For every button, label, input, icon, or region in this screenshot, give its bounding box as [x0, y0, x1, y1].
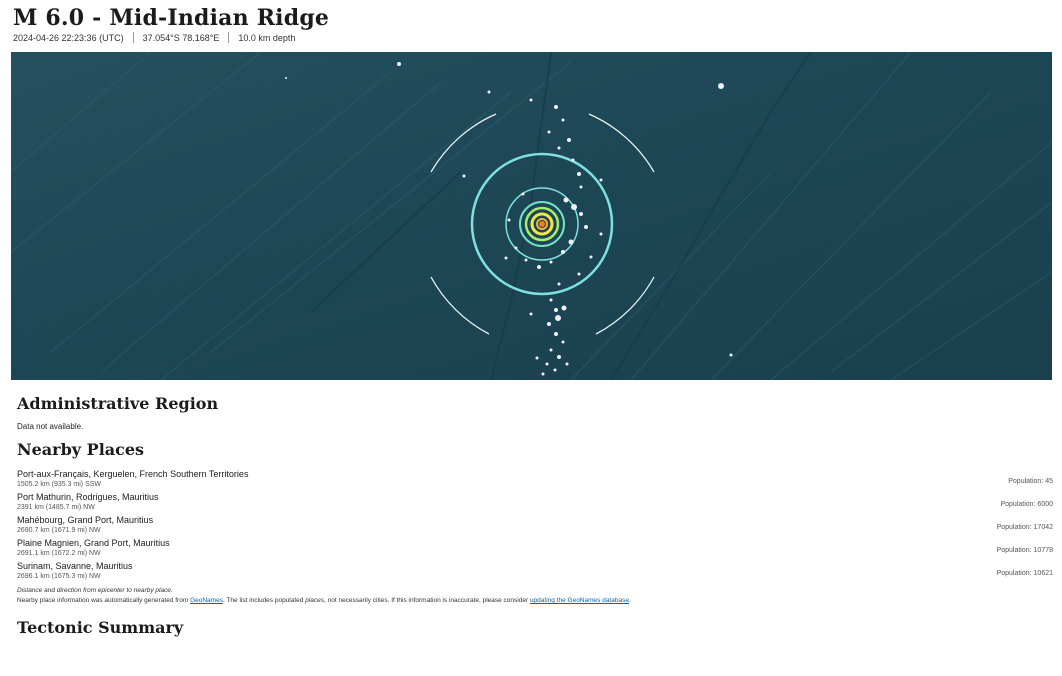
list-item: Port-aux-Français, Kerguelen, French Sou…	[17, 469, 1053, 492]
place-distance: 2691.1 km (1672.2 mi) NW	[17, 550, 101, 557]
place-population: Population: 10778	[996, 547, 1053, 554]
geonames-note: Nearby place information was automatical…	[17, 596, 1053, 606]
admin-region-text: Data not available.	[17, 422, 84, 431]
epicenter-marker[interactable]	[539, 221, 545, 227]
note-text: Nearby place information was automatical…	[17, 597, 191, 604]
geonames-link[interactable]: GeoNames	[190, 597, 223, 604]
place-population: Population: 45	[1008, 478, 1053, 485]
place-name: Mahébourg, Grand Port, Mauritius	[17, 515, 154, 525]
note-text: .	[628, 597, 631, 604]
meta-divider	[132, 32, 134, 43]
update-geonames-link[interactable]: updating the GeoNames database	[530, 597, 629, 604]
place-name: Surinam, Savanne, Mauritius	[17, 561, 133, 571]
event-header: M 6.0 - Mid-Indian Ridge 2024-04-26 22:2…	[13, 5, 1049, 43]
admin-region-heading: Administrative Region	[17, 394, 219, 413]
tectonic-summary-heading: Tectonic Summary	[17, 618, 184, 637]
note-text: places	[305, 597, 324, 604]
list-item: Plaine Magnien, Grand Port, Mauritius 26…	[17, 538, 1053, 561]
note-text: , not necessarily cities. If this inform…	[324, 597, 530, 604]
event-depth: 10.0 km depth	[238, 32, 296, 43]
place-distance: 2690.7 km (1671.9 mi) NW	[17, 527, 101, 534]
place-population: Population: 17042	[996, 524, 1053, 531]
nearby-places-note: Distance and direction from epicenter to…	[17, 586, 1053, 606]
place-name: Port Mathurin, Rodrigues, Mauritius	[17, 492, 159, 502]
note-text: . The list includes populated	[222, 597, 306, 604]
event-datetime: 2024-04-26 22:23:36 (UTC)	[13, 32, 124, 43]
place-distance: 2391 km (1485.7 mi) NW	[17, 504, 95, 511]
map-graphic	[11, 52, 1052, 380]
place-name: Plaine Magnien, Grand Port, Mauritius	[17, 538, 170, 548]
event-title: M 6.0 - Mid-Indian Ridge	[13, 5, 330, 31]
place-distance: 1505.2 km (935.3 mi) SSW	[17, 481, 102, 488]
event-coordinates: 37.054°S 78.168°E	[142, 32, 220, 43]
event-details: Administrative Region Data not available…	[17, 384, 1053, 638]
event-meta: 2024-04-26 22:23:36 (UTC) 37.054°S 78.16…	[13, 32, 1049, 43]
list-item: Surinam, Savanne, Mauritius 2696.1 km (1…	[17, 561, 1053, 584]
list-item: Port Mathurin, Rodrigues, Mauritius 2391…	[17, 492, 1053, 515]
place-name: Port-aux-Français, Kerguelen, French Sou…	[17, 469, 249, 479]
place-population: Population: 10621	[996, 570, 1053, 577]
nearby-places-heading: Nearby Places	[17, 440, 145, 459]
nearby-places-list: Port-aux-Français, Kerguelen, French Sou…	[17, 469, 1053, 584]
place-population: Population: 6000	[1000, 501, 1053, 508]
distance-note: Distance and direction from epicenter to…	[17, 587, 173, 594]
list-item: Mahébourg, Grand Port, Mauritius 2690.7 …	[17, 515, 1053, 538]
meta-divider	[228, 32, 230, 43]
intensity-map[interactable]	[11, 52, 1052, 380]
place-distance: 2696.1 km (1675.3 mi) NW	[17, 573, 101, 580]
